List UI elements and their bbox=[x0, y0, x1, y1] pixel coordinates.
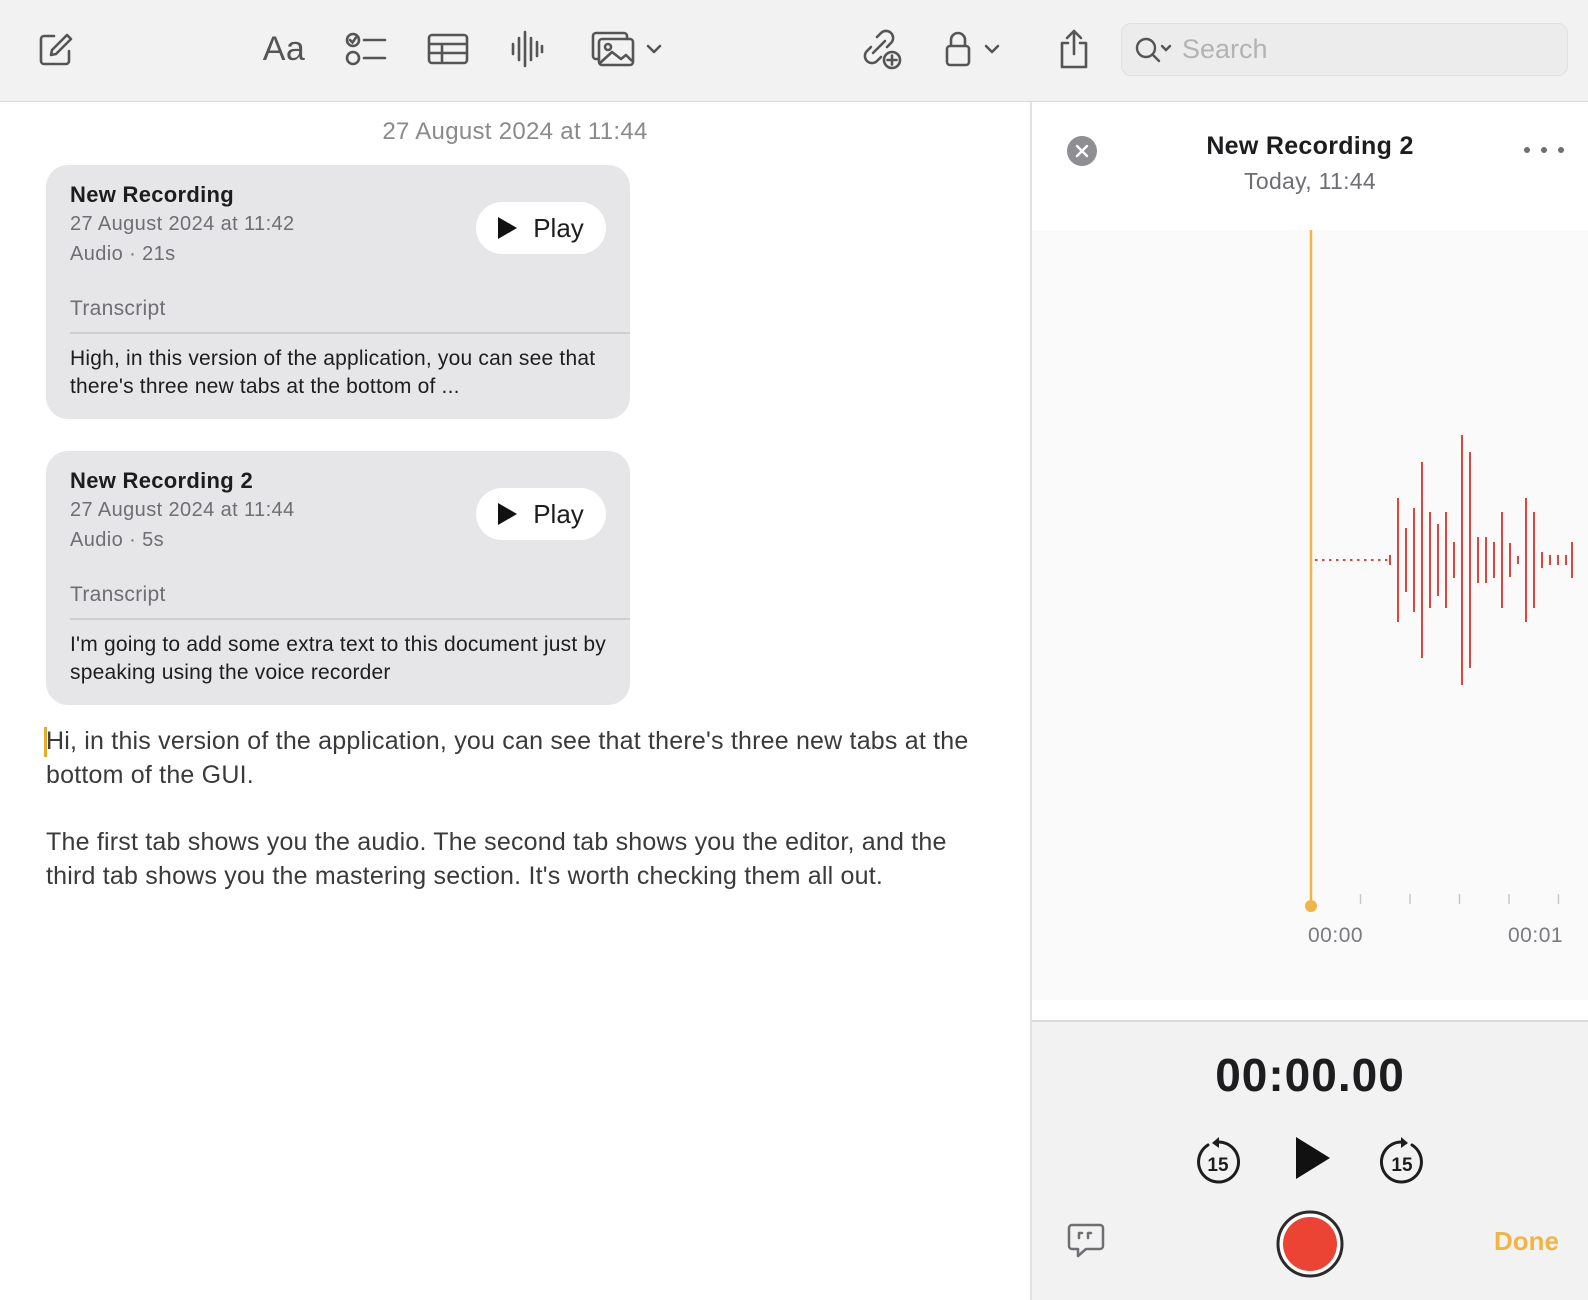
time-label-start: 00:00 bbox=[1308, 924, 1364, 947]
skip-forward-button[interactable]: 15 bbox=[1378, 1136, 1426, 1191]
transcript-label: Transcript bbox=[70, 297, 166, 320]
divider bbox=[70, 618, 630, 620]
divider bbox=[70, 332, 630, 334]
record-button[interactable] bbox=[1276, 1210, 1344, 1283]
play-icon bbox=[498, 503, 518, 525]
chevron-down-icon bbox=[646, 44, 662, 54]
done-button[interactable]: Done bbox=[1494, 1226, 1559, 1257]
note-paragraph[interactable]: The first tab shows you the audio. The s… bbox=[46, 825, 986, 893]
svg-text:15: 15 bbox=[1207, 1155, 1229, 1176]
note-paragraph[interactable]: Hi, in this version of the application, … bbox=[46, 724, 986, 792]
quote-bubble-icon bbox=[1067, 1223, 1105, 1258]
search-input[interactable] bbox=[1182, 34, 1552, 65]
record-icon bbox=[1276, 1210, 1344, 1278]
checklist-icon[interactable] bbox=[344, 24, 388, 74]
recording-title: New Recording 2 bbox=[70, 468, 253, 493]
playback-controls: 00:00.00 15 15 Done bbox=[1032, 1020, 1588, 1300]
play-icon bbox=[1296, 1137, 1330, 1179]
collaborate-icon[interactable] bbox=[858, 24, 904, 74]
recording-date: 27 August 2024 at 11:44 bbox=[70, 499, 295, 521]
play-label: Play bbox=[533, 498, 584, 529]
recording-title: New Recording 2 bbox=[1206, 132, 1414, 160]
recording-meta: Audio · 21s bbox=[70, 243, 176, 265]
play-label: Play bbox=[533, 212, 584, 243]
toolbar: Aa bbox=[0, 0, 1588, 102]
format-button[interactable]: Aa bbox=[258, 24, 310, 74]
chevron-down-icon bbox=[984, 44, 1000, 54]
transcript-button[interactable] bbox=[1066, 1222, 1106, 1265]
transcript-text: High, in this version of the application… bbox=[70, 347, 596, 398]
play-icon bbox=[498, 217, 518, 239]
media-icon bbox=[591, 31, 635, 67]
recording-title: New Recording bbox=[70, 182, 235, 207]
recording-date: 27 August 2024 at 11:42 bbox=[70, 213, 295, 235]
compose-icon[interactable] bbox=[36, 24, 76, 74]
svg-text:15: 15 bbox=[1391, 1155, 1413, 1176]
transcript-label: Transcript bbox=[70, 583, 166, 606]
note-date: 27 August 2024 at 11:44 bbox=[382, 118, 648, 145]
format-icon: Aa bbox=[262, 29, 306, 68]
timeline-ticks bbox=[1310, 894, 1560, 904]
skip-back-15-icon: 15 bbox=[1197, 1137, 1240, 1184]
audio-icon[interactable] bbox=[508, 24, 546, 74]
recording-card[interactable]: New Recording 2 27 August 2024 at 11:44 … bbox=[46, 451, 630, 705]
play-button[interactable]: Play bbox=[476, 202, 606, 254]
waveform-area[interactable]: 00:00 00:01 bbox=[1032, 218, 1588, 1000]
share-icon[interactable] bbox=[1056, 24, 1092, 74]
play-button[interactable]: Play bbox=[476, 488, 606, 540]
skip-back-button[interactable]: 15 bbox=[1194, 1136, 1242, 1191]
note-editor[interactable]: 27 August 2024 at 11:44 New Recording 27… bbox=[0, 102, 1030, 1300]
recording-meta: Audio · 5s bbox=[70, 529, 165, 551]
waveform-bars bbox=[1315, 435, 1573, 685]
recording-subtitle: Today, 11:44 bbox=[1244, 168, 1376, 194]
time-label-end: 00:01 bbox=[1508, 924, 1564, 947]
more-icon[interactable] bbox=[1524, 137, 1564, 163]
media-button[interactable] bbox=[590, 24, 670, 74]
timer-display: 00:00.00 bbox=[1215, 1049, 1405, 1101]
waveform[interactable] bbox=[1032, 218, 1588, 1000]
transcript-text: I'm going to add some extra text to this… bbox=[70, 633, 607, 684]
search-field[interactable] bbox=[1121, 23, 1568, 76]
skip-forward-15-icon: 15 bbox=[1380, 1137, 1423, 1184]
playhead-bottom-handle bbox=[1305, 900, 1317, 912]
recording-card[interactable]: New Recording 27 August 2024 at 11:42 Au… bbox=[46, 165, 630, 419]
lock-button[interactable] bbox=[944, 24, 1006, 74]
search-icon bbox=[1135, 37, 1172, 62]
play-button[interactable] bbox=[1290, 1134, 1334, 1187]
recorder-panel: New Recording 2 Today, 11:44 00:00 00:01… bbox=[1032, 102, 1588, 1300]
table-icon[interactable] bbox=[426, 24, 470, 74]
lock-icon bbox=[945, 31, 971, 67]
